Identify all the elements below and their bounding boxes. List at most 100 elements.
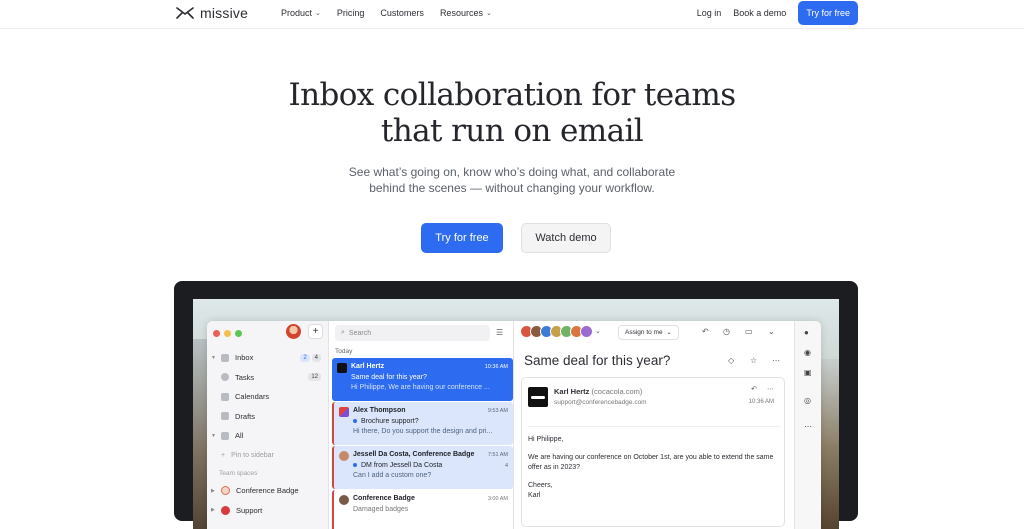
clock-icon[interactable]: ◷ xyxy=(723,327,730,336)
search-input[interactable]: ⌕ Search xyxy=(335,325,490,341)
maximize-dot-icon[interactable] xyxy=(235,330,242,337)
reply-icon[interactable]: ↶ xyxy=(751,385,757,393)
team-icon xyxy=(221,505,230,515)
conversation-row[interactable]: 10:36 AM Karl Hertz Same deal for this y… xyxy=(332,358,513,401)
app-sidebar: + ▼ Inbox 2 4 Tasks 12 Calendars Drafts … xyxy=(207,321,329,529)
archive-icon[interactable]: ▭ xyxy=(745,327,753,336)
sidebar-item-drafts[interactable]: Drafts xyxy=(207,407,329,427)
nav-link-product[interactable]: Product ⌄ xyxy=(281,8,321,18)
unread-dot-icon xyxy=(353,462,357,467)
login-link[interactable]: Log in xyxy=(697,8,722,18)
try-free-nav-button[interactable]: Try for free xyxy=(798,1,858,25)
right-rail: ● ◉ ▣ ◎ ⋯ xyxy=(794,321,821,529)
sidebar-team-conference-badge[interactable]: ▶ Conference Badge xyxy=(207,481,329,501)
window-controls xyxy=(213,330,242,337)
more-icon[interactable]: ⋯ xyxy=(804,422,812,431)
app-screenshot: + ▼ Inbox 2 4 Tasks 12 Calendars Drafts … xyxy=(193,299,839,529)
pin-to-sidebar[interactable]: + Pin to sidebar xyxy=(207,446,329,466)
inbox-counts: 2 4 xyxy=(300,353,321,362)
team-icon xyxy=(221,486,230,496)
message-count: 4 xyxy=(504,463,508,469)
background-landscape xyxy=(193,339,207,529)
team-spaces-heading: Team spaces xyxy=(219,469,258,477)
tag-icon[interactable]: ◇ xyxy=(728,356,734,365)
chevron-down-icon: ⌄ xyxy=(485,10,492,17)
device-frame: + ▼ Inbox 2 4 Tasks 12 Calendars Drafts … xyxy=(174,281,858,529)
reading-pane: ⌄ Assign to me ⌄ ↶ ◷ ▭ ⌄ Same deal for t… xyxy=(515,321,793,529)
chevron-down-icon[interactable]: ⌄ xyxy=(768,327,775,336)
nav-link-customers[interactable]: Customers xyxy=(380,8,424,18)
nav-links: Product ⌄ Pricing Customers Resources ⌄ xyxy=(281,8,492,18)
caret-right-icon: ▶ xyxy=(211,507,215,514)
plus-icon[interactable]: + xyxy=(308,324,323,339)
caret-right-icon: ▶ xyxy=(211,487,215,494)
chevron-down-icon: ⌄ xyxy=(315,10,321,17)
user-icon[interactable]: ● xyxy=(804,328,809,337)
hero-title: Inbox collaboration for teams that run o… xyxy=(288,77,736,149)
nav-link-resources[interactable]: Resources ⌄ xyxy=(440,8,492,18)
star-icon[interactable]: ☆ xyxy=(750,356,757,365)
hero-cta-row: Try for free Watch demo xyxy=(421,223,611,253)
sender-name: Karl Hertz (cocacola.com) xyxy=(554,387,643,396)
email-message: Karl Hertz (cocacola.com) support@confer… xyxy=(521,377,785,527)
caret-down-icon: ▼ xyxy=(211,432,216,439)
drafts-icon xyxy=(221,412,229,421)
message-actions: ↶ ⋯ xyxy=(751,385,774,393)
inbox-icon xyxy=(221,353,229,362)
sidebar-item-inbox[interactable]: ▼ Inbox 2 4 xyxy=(207,348,329,368)
nav-link-pricing[interactable]: Pricing xyxy=(337,8,365,18)
watch-demo-button[interactable]: Watch demo xyxy=(521,223,611,253)
hero-subtitle: See what’s going on, know who’s doing wh… xyxy=(348,165,676,195)
conversation-row[interactable]: 7:51 AM 4 Jessell Da Costa, Conference B… xyxy=(332,446,513,489)
archive-icon xyxy=(221,431,229,440)
sender-logo xyxy=(528,387,548,407)
avatar xyxy=(580,325,593,338)
sidebar-item-all[interactable]: ▼ All xyxy=(207,426,329,446)
missive-logo-icon xyxy=(176,7,194,19)
chevron-down-icon: ⌄ xyxy=(595,328,601,335)
sidebar-list: ▼ Inbox 2 4 Tasks 12 Calendars Drafts ▼ … xyxy=(207,348,329,520)
check-circle-icon[interactable]: ◉ xyxy=(804,348,811,357)
sent-time: 10:36 AM xyxy=(748,399,774,405)
reply-icon[interactable]: ↶ xyxy=(702,327,709,336)
book-demo-link[interactable]: Book a demo xyxy=(733,8,786,18)
sidebar-team-support[interactable]: ▶ Support xyxy=(207,501,329,521)
sidebar-item-calendars[interactable]: Calendars xyxy=(207,387,329,407)
sender-address: support@conferencebadge.com xyxy=(554,399,647,406)
unread-dot-icon xyxy=(353,418,357,423)
assign-to-me-button[interactable]: Assign to me ⌄ xyxy=(618,325,679,340)
conversation-subject: Same deal for this year? xyxy=(524,353,671,368)
conversation-list: ⌕ Search ☰ Today 10:36 AM Karl Hertz Sam… xyxy=(330,321,514,529)
participant-avatars[interactable]: ⌄ xyxy=(520,325,601,338)
pin-icon: + xyxy=(221,451,226,459)
calendar-icon xyxy=(221,392,229,401)
sidebar-item-tasks[interactable]: Tasks 12 xyxy=(207,368,329,388)
chevron-down-icon: ⌄ xyxy=(666,330,672,336)
globe-icon[interactable]: ◎ xyxy=(804,396,811,405)
sender-avatar xyxy=(339,407,349,417)
more-icon[interactable]: ⋯ xyxy=(767,385,774,393)
nav-actions: Log in Book a demo Try for free xyxy=(697,1,858,25)
sender-avatar xyxy=(339,495,349,505)
sender-avatar xyxy=(339,451,349,461)
brand-logo[interactable]: missive xyxy=(176,5,248,21)
top-navigation: missive Product ⌄ Pricing Customers Resou… xyxy=(0,0,1024,29)
sender-avatar xyxy=(337,363,347,373)
caret-down-icon: ▼ xyxy=(211,354,216,361)
calendar-icon[interactable]: ▣ xyxy=(804,368,812,377)
tasks-icon xyxy=(221,373,229,382)
conversation-row[interactable]: 9:53 AM Alex Thompson Brochure support? … xyxy=(332,402,513,445)
filter-icon[interactable]: ☰ xyxy=(496,328,503,337)
app-window: + ▼ Inbox 2 4 Tasks 12 Calendars Drafts … xyxy=(207,321,821,529)
close-dot-icon[interactable] xyxy=(213,330,220,337)
user-avatar[interactable] xyxy=(286,324,301,339)
search-icon: ⌕ xyxy=(341,329,345,336)
minimize-dot-icon[interactable] xyxy=(224,330,231,337)
background-landscape xyxy=(821,359,839,529)
tasks-count: 12 xyxy=(308,373,321,382)
try-free-hero-button[interactable]: Try for free xyxy=(421,223,503,253)
email-body: Hi Philippe, We are having our conferenc… xyxy=(528,426,780,509)
more-icon[interactable]: ⋯ xyxy=(772,356,780,365)
brand-name: missive xyxy=(200,5,249,21)
conversation-row[interactable]: 3:00 AM Conference Badge Damaged badges xyxy=(332,490,513,529)
